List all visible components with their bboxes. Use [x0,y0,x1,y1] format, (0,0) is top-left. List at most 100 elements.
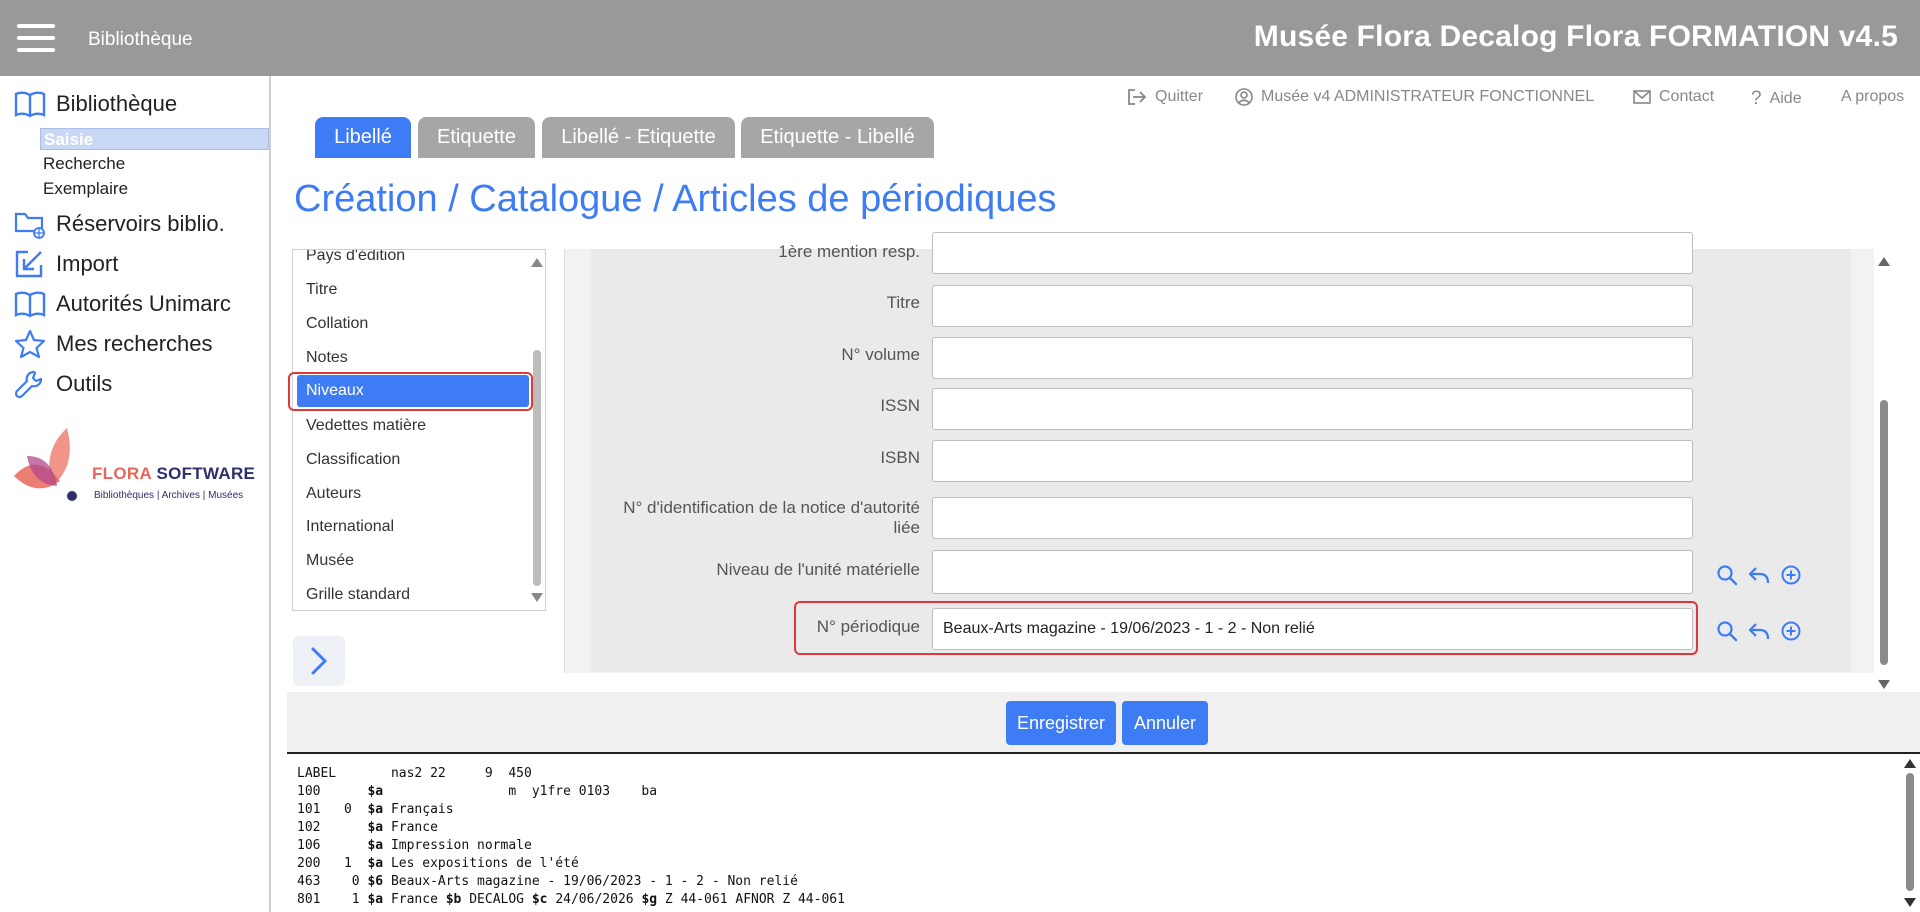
niveau-unite-actions [1716,564,1802,586]
titre-input[interactable] [932,285,1693,327]
section-list: Pays d'édition Titre Collation Notes Niv… [292,249,546,611]
tab-etiquette[interactable]: Etiquette [418,117,535,158]
add-circle-icon[interactable] [1780,564,1802,586]
section-list-scrollbar[interactable] [529,252,543,608]
sidebar-item-label: Bibliothèque [56,91,178,116]
logo-brand: FLORA SOFTWARE [92,464,256,483]
form-scrollbar[interactable] [1877,255,1891,689]
scroll-up-arrow-icon[interactable] [531,258,543,267]
field-label-issn: ISSN [880,396,920,415]
list-item[interactable]: Musée [297,545,529,577]
marc-line: LABEL nas2 22 9 450 [297,766,532,781]
tab-libelle-etiquette[interactable]: Libellé - Etiquette [542,117,735,158]
sidebar-subitem-recherche[interactable]: Recherche [40,153,269,175]
scroll-thumb[interactable] [1906,773,1914,891]
marc-line: 200 1 $a Les expositions de l'été [297,856,579,871]
sidebar-item-label: Autorités Unimarc [56,291,231,316]
numero-periodique-highlight [794,601,1698,655]
scroll-up-arrow-icon[interactable] [1878,257,1890,266]
niveaux-highlight [288,372,533,411]
marc-line: 463 0 $6 Beaux-Arts magazine - 19/06/202… [297,874,798,889]
tab-etiquette-libelle[interactable]: Etiquette - Libellé [741,117,934,158]
scroll-down-arrow-icon[interactable] [531,593,543,602]
exit-icon [1128,89,1147,105]
marc-line: 106 $a Impression normale [297,838,532,853]
flora-software-logo: FLORA SOFTWARE Bibliothèques | Archives … [12,426,262,506]
list-item[interactable]: Auteurs [297,478,529,510]
niveau-unite-input[interactable] [932,550,1693,594]
undo-icon[interactable] [1748,564,1770,586]
sidebar-subitem-exemplaire[interactable]: Exemplaire [40,178,269,200]
undo-icon[interactable] [1748,620,1770,642]
field-label-mention: 1ère mention resp. [778,242,920,261]
marc-line: 100 $a m y1fre 0103 ba [297,784,658,799]
list-item[interactable]: Collation [297,308,529,340]
sidebar-item-reservoirs[interactable]: Réservoirs biblio. [14,208,225,240]
scroll-down-arrow-icon[interactable] [1904,898,1916,907]
user-icon [1235,88,1253,106]
sidebar-item-label: Réservoirs biblio. [56,211,225,236]
page-title: Création / Catalogue / Articles de pério… [294,178,1057,220]
notice-autorite-input[interactable] [932,497,1693,539]
quit-link[interactable]: Quitter [1127,88,1203,106]
scroll-thumb[interactable] [1880,400,1888,665]
list-item[interactable]: Vedettes matière [297,410,529,442]
scroll-thumb[interactable] [533,350,541,586]
search-icon[interactable] [1716,620,1738,642]
tab-libelle[interactable]: Libellé [315,117,411,158]
marc-line: 801 1 $a France $b DECALOG $c 24/06/2026… [297,892,845,907]
sidebar-item-label: Import [56,251,119,276]
flora-flower-icon [14,428,77,501]
help-link[interactable]: ? Aide [1751,88,1802,110]
marc-scrollbar[interactable] [1903,757,1917,907]
action-bar: Enregistrer Annuler [287,692,1920,754]
sidebar-item-label: Mes recherches [56,331,213,356]
envelope-icon [1633,90,1651,104]
list-item[interactable]: Grille standard [297,579,529,610]
top-bar: Bibliothèque Musée Flora Decalog Flora F… [0,0,1920,76]
question-icon: ? [1751,88,1762,109]
sidebar-item-mes-recherches[interactable]: Mes recherches [14,328,213,360]
field-label-titre: Titre [886,293,920,312]
issn-input[interactable] [932,388,1693,430]
numero-periodique-actions [1716,620,1802,642]
sidebar-item-label: Outils [56,371,113,396]
isbn-input[interactable] [932,440,1693,482]
about-link[interactable]: A propos [1841,88,1904,106]
list-item[interactable]: Titre [297,274,529,306]
next-section-button[interactable] [293,636,345,686]
sidebar: Bibliothèque Saisie Recherche Exemplaire… [0,76,271,912]
cancel-button[interactable]: Annuler [1122,701,1208,745]
list-item[interactable]: Notes [297,342,529,374]
sidebar-subitem-saisie[interactable]: Saisie [40,128,269,150]
marc-line: 102 $a France [297,820,438,835]
sidebar-item-import[interactable]: Import [14,248,118,280]
save-button[interactable]: Enregistrer [1006,701,1116,745]
folder-globe-icon [14,208,48,240]
mention-resp-input[interactable] [932,232,1693,274]
sidebar-item-bibliotheque[interactable]: Bibliothèque [14,88,177,120]
field-label-isbn: ISBN [880,448,920,467]
contact-link[interactable]: Contact [1633,88,1714,106]
star-icon [14,328,48,360]
scroll-down-arrow-icon[interactable] [1878,680,1890,689]
hamburger-menu-icon[interactable] [17,24,55,52]
field-label-volume: N° volume [841,345,920,364]
field-label-niveau-unite: Niveau de l'unité matérielle [716,560,920,579]
list-item[interactable]: International [297,511,529,543]
user-link[interactable]: Musée v4 ADMINISTRATEUR FONCTIONNEL [1235,88,1594,106]
wrench-icon [14,368,48,400]
logo-tagline: Bibliothèques | Archives | Musées [94,490,244,501]
app-module-label: Bibliothèque [88,29,193,50]
add-circle-icon[interactable] [1780,620,1802,642]
chevron-right-icon [311,647,328,675]
list-item[interactable]: Pays d'édition [297,250,529,272]
search-icon[interactable] [1716,564,1738,586]
sidebar-item-autorites[interactable]: Autorités Unimarc [14,288,231,320]
sidebar-item-outils[interactable]: Outils [14,368,112,400]
volume-input[interactable] [932,337,1693,379]
scroll-up-arrow-icon[interactable] [1904,759,1916,768]
list-item[interactable]: Classification [297,444,529,476]
field-label-notice-autorite: N° d'identification de la notice d'autor… [623,498,920,537]
book-icon [14,88,48,120]
